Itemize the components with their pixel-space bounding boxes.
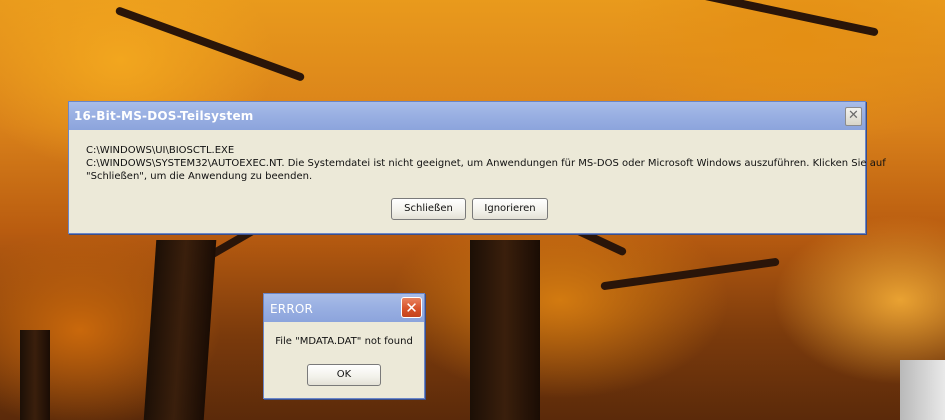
close-icon[interactable]: ✕: [845, 107, 862, 126]
dialog-message: C:\WINDOWS\UI\BIOSCTL.EXE C:\WINDOWS\SYS…: [86, 144, 886, 183]
tree-branch: [600, 257, 780, 291]
error-title: ERROR: [270, 302, 314, 316]
close-icon[interactable]: ✕: [401, 297, 422, 318]
tree-branch: [114, 6, 306, 82]
message-line: C:\WINDOWS\SYSTEM32\AUTOEXEC.NT. Die Sys…: [86, 158, 886, 169]
ignore-button[interactable]: Ignorieren: [472, 198, 548, 220]
error-message: File "MDATA.DAT" not found: [275, 336, 413, 347]
tree-branch: [701, 0, 879, 37]
error-dialog: ERROR ✕ File "MDATA.DAT" not found OK: [263, 293, 425, 399]
close-button[interactable]: Schließen: [391, 198, 466, 220]
dialog-title: 16-Bit-MS-DOS-Teilsystem: [74, 109, 254, 123]
ok-button[interactable]: OK: [307, 364, 381, 386]
tree-trunk: [20, 330, 50, 420]
ms-dos-subsystem-dialog: 16-Bit-MS-DOS-Teilsystem ✕ C:\WINDOWS\UI…: [68, 101, 886, 234]
dialog-titlebar[interactable]: 16-Bit-MS-DOS-Teilsystem ✕: [69, 102, 865, 130]
error-titlebar[interactable]: ERROR ✕: [264, 294, 424, 322]
background-structure: [900, 360, 945, 420]
desktop-background: 16-Bit-MS-DOS-Teilsystem ✕ C:\WINDOWS\UI…: [0, 0, 945, 420]
message-line: C:\WINDOWS\UI\BIOSCTL.EXE: [86, 145, 235, 156]
tree-trunk: [470, 240, 540, 420]
tree-trunk: [143, 240, 217, 420]
message-line: "Schließen", um die Anwendung zu beenden…: [86, 171, 313, 182]
